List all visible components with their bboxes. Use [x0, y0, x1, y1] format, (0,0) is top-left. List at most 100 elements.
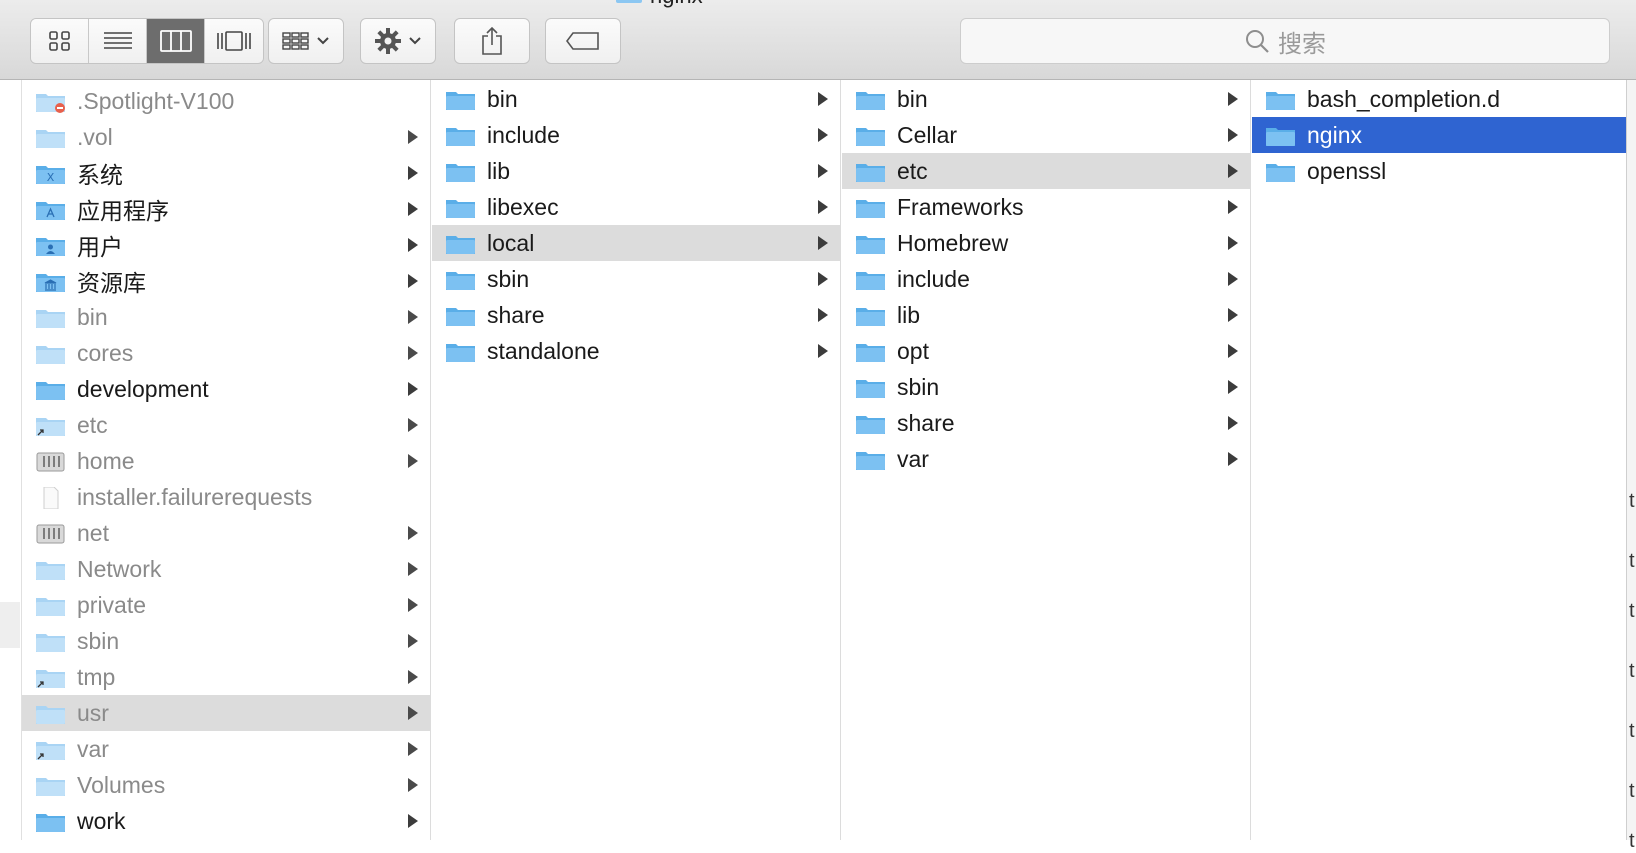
- item-name: libexec: [487, 193, 559, 220]
- cover-flow-icon: [217, 31, 251, 51]
- item-name: 应用程序: [77, 198, 169, 224]
- folder-icon: [855, 377, 886, 398]
- folder-icon: [445, 341, 476, 362]
- disclosure-arrow-icon: [1228, 380, 1238, 394]
- list-item[interactable]: share: [432, 297, 840, 333]
- disclosure-arrow-icon: [818, 272, 828, 286]
- folder-icon: [855, 269, 886, 290]
- list-item[interactable]: work: [22, 803, 430, 839]
- disclosure-arrow-icon: [1228, 164, 1238, 178]
- disclosure-arrow-icon: [408, 346, 418, 360]
- list-item[interactable]: home: [22, 443, 430, 479]
- list-item[interactable]: opt: [842, 333, 1250, 369]
- background-window-edge: t t t t t t t: [1626, 80, 1636, 852]
- column-etc: bash_completion.dnginx openssl: [1252, 80, 1626, 840]
- item-name: 用户: [77, 234, 123, 260]
- list-item[interactable]: etc: [22, 407, 430, 443]
- list-item[interactable]: development: [22, 371, 430, 407]
- list-item[interactable]: bin: [432, 81, 840, 117]
- item-name: include: [897, 265, 970, 292]
- cover-flow-button[interactable]: [205, 19, 263, 63]
- toolbar: nginx: [0, 0, 1636, 80]
- disclosure-arrow-icon: [1228, 236, 1238, 250]
- list-item[interactable]: standalone: [432, 333, 840, 369]
- window-title: nginx: [616, 0, 703, 8]
- disclosure-arrow-icon: [408, 562, 418, 576]
- list-item[interactable]: 应用程序: [22, 191, 430, 227]
- disclosure-arrow-icon: [818, 164, 828, 178]
- list-item[interactable]: sbin: [22, 623, 430, 659]
- list-item[interactable]: private: [22, 587, 430, 623]
- applications-folder-icon: [35, 199, 66, 220]
- icon-view-button[interactable]: [31, 19, 89, 63]
- list-item[interactable]: libexec: [432, 189, 840, 225]
- list-item[interactable]: 资源库: [22, 263, 430, 299]
- item-name: net: [77, 519, 109, 546]
- list-item[interactable]: Frameworks: [842, 189, 1250, 225]
- group-by-button[interactable]: [268, 18, 344, 64]
- item-name: bin: [487, 85, 518, 112]
- folder-icon: [35, 379, 66, 400]
- folder-alias-icon: [35, 415, 66, 436]
- list-item[interactable]: Volumes: [22, 767, 430, 803]
- item-name: installer.failurerequests: [77, 483, 313, 510]
- list-item[interactable]: .Spotlight-V100: [22, 83, 430, 119]
- list-item[interactable]: Network: [22, 551, 430, 587]
- library-folder-icon: [35, 271, 66, 292]
- item-name: Frameworks: [897, 193, 1024, 220]
- list-item[interactable]: bin: [842, 81, 1250, 117]
- list-item[interactable]: lib: [432, 153, 840, 189]
- folder-alias-icon: [35, 667, 66, 688]
- list-item[interactable]: tmp: [22, 659, 430, 695]
- list-item[interactable]: X 系统: [22, 155, 430, 191]
- item-name: var: [897, 445, 929, 472]
- item-name: lib: [487, 157, 511, 184]
- list-view-button[interactable]: [89, 19, 147, 63]
- list-item[interactable]: usr: [22, 695, 430, 731]
- share-button[interactable]: [454, 18, 530, 64]
- list-item[interactable]: var: [22, 731, 430, 767]
- folder-icon: [35, 307, 66, 328]
- list-item[interactable]: var: [842, 441, 1250, 477]
- disclosure-arrow-icon: [408, 526, 418, 540]
- folder-icon: [35, 811, 66, 832]
- list-item[interactable]: lib: [842, 297, 1250, 333]
- item-name: 资源库: [77, 270, 146, 296]
- chevron-down-icon: [409, 37, 421, 45]
- tags-button[interactable]: [545, 18, 621, 64]
- list-item[interactable]: bash_completion.d: [1252, 81, 1626, 117]
- column-usr: bin include lib libexec local sbin share standa…: [432, 80, 841, 840]
- list-item[interactable]: cores: [22, 335, 430, 371]
- list-item[interactable]: 用户: [22, 227, 430, 263]
- list-item[interactable]: Homebrew: [842, 225, 1250, 261]
- folder-icon: [35, 775, 66, 796]
- disclosure-arrow-icon: [408, 742, 418, 756]
- list-item[interactable]: installer.failurerequests: [22, 479, 430, 515]
- item-name: private: [77, 591, 147, 618]
- item-name: nginx: [1307, 121, 1362, 148]
- folder-icon: [855, 125, 886, 146]
- list-item[interactable]: include: [842, 261, 1250, 297]
- disclosure-arrow-icon: [408, 670, 418, 684]
- list-item[interactable]: local: [432, 225, 840, 261]
- list-item[interactable]: openssl: [1252, 153, 1626, 189]
- folder-icon: [445, 89, 476, 110]
- folder-icon: [616, 0, 642, 3]
- list-item[interactable]: Cellar: [842, 117, 1250, 153]
- disclosure-arrow-icon: [1228, 200, 1238, 214]
- list-item[interactable]: net: [22, 515, 430, 551]
- list-item[interactable]: sbin: [842, 369, 1250, 405]
- list-item[interactable]: include: [432, 117, 840, 153]
- list-item[interactable]: nginx: [1252, 117, 1626, 153]
- list-item[interactable]: bin: [22, 299, 430, 335]
- action-menu-button[interactable]: [360, 18, 436, 64]
- list-item[interactable]: etc: [842, 153, 1250, 189]
- list-item[interactable]: sbin: [432, 261, 840, 297]
- search-field[interactable]: 搜索: [960, 18, 1610, 64]
- disclosure-arrow-icon: [1228, 308, 1238, 322]
- item-name: bin: [897, 85, 928, 112]
- column-view-button[interactable]: [147, 19, 205, 63]
- disclosure-arrow-icon: [408, 778, 418, 792]
- list-item[interactable]: .vol: [22, 119, 430, 155]
- list-item[interactable]: share: [842, 405, 1250, 441]
